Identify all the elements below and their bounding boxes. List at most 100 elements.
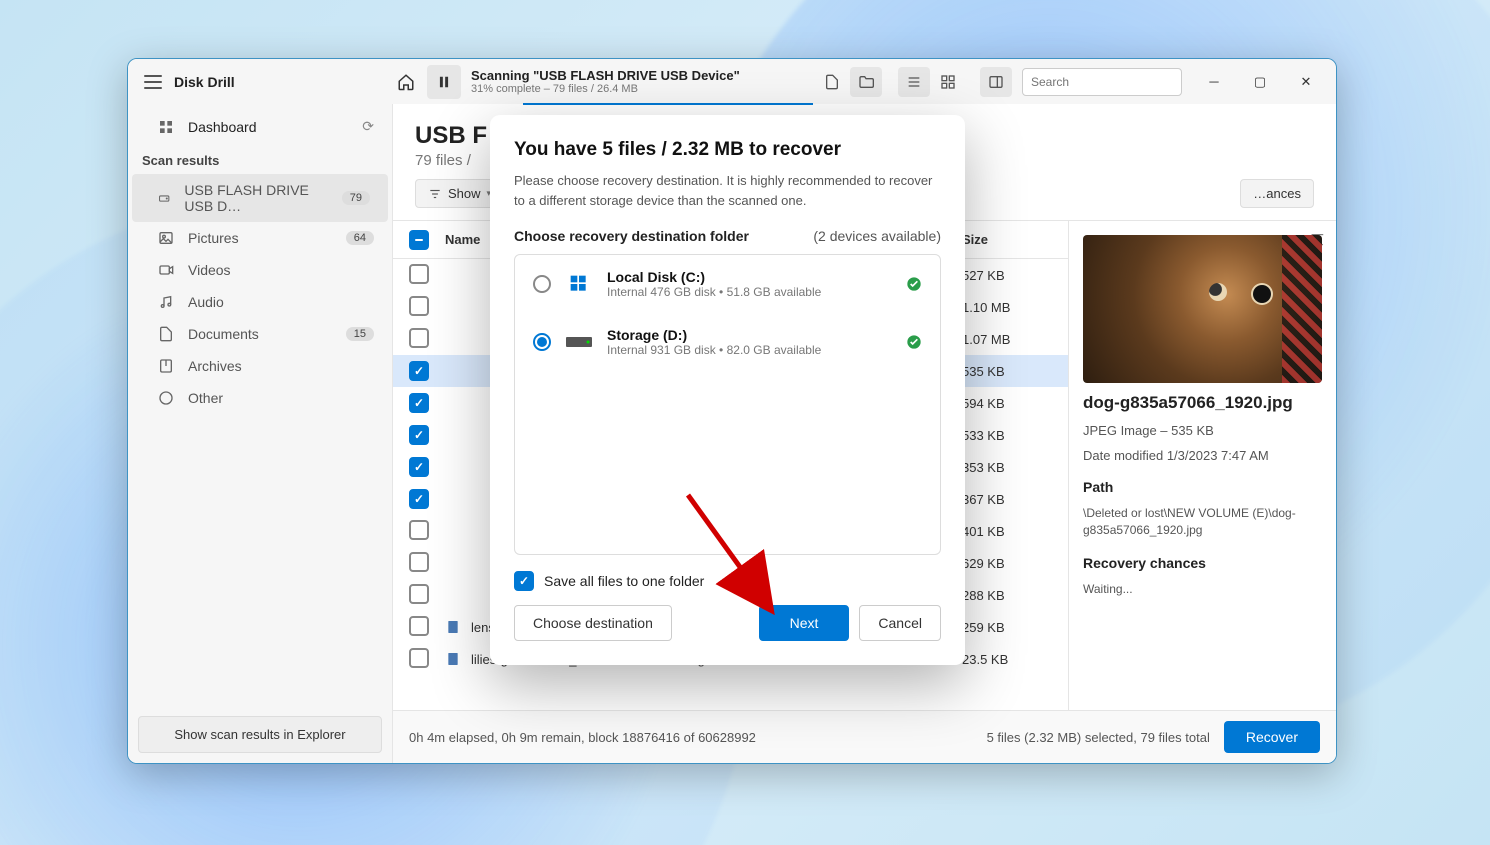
- list-view-icon[interactable]: [898, 67, 930, 97]
- next-button[interactable]: Next: [759, 605, 850, 641]
- folder-icon[interactable]: [850, 67, 882, 97]
- select-all-checkbox[interactable]: [409, 230, 429, 250]
- row-size: 533 KB: [962, 428, 1052, 443]
- device-radio[interactable]: [533, 275, 551, 293]
- scan-title: Scanning "USB FLASH DRIVE USB Device": [471, 68, 740, 83]
- cancel-button[interactable]: Cancel: [859, 605, 941, 641]
- row-size: 594 KB: [962, 396, 1052, 411]
- progress-bar: [523, 103, 813, 105]
- choose-destination-button[interactable]: Choose destination: [514, 605, 672, 641]
- sidebar-item-label: Audio: [188, 294, 224, 310]
- row-size: 23.5 KB: [962, 652, 1052, 667]
- sidebar-item-label: Videos: [188, 262, 231, 278]
- row-checkbox[interactable]: [409, 520, 429, 540]
- file-icon[interactable]: [816, 67, 848, 97]
- row-checkbox[interactable]: [409, 489, 429, 509]
- sidebar-item-video[interactable]: Videos: [128, 254, 392, 286]
- check-icon: [906, 276, 922, 292]
- preview-recovery-label: Recovery chances: [1083, 555, 1322, 571]
- maximize-button[interactable]: ▢: [1238, 67, 1282, 97]
- grid-view-icon[interactable]: [932, 67, 964, 97]
- panel-toggle-icon[interactable]: [980, 67, 1012, 97]
- sidebar-section-label: Scan results: [128, 143, 392, 174]
- sidebar-item-other[interactable]: Other: [128, 382, 392, 414]
- device-option[interactable]: Local Disk (C:)Internal 476 GB disk • 51…: [515, 255, 940, 313]
- file-icon: [445, 651, 461, 667]
- doc-icon: [158, 326, 174, 342]
- row-checkbox[interactable]: [409, 648, 429, 668]
- file-icon: [445, 619, 461, 635]
- recover-button[interactable]: Recover: [1224, 721, 1320, 753]
- archive-icon: [158, 358, 174, 374]
- dialog-devices-available: (2 devices available): [813, 228, 941, 244]
- preview-title: dog-g835a57066_1920.jpg: [1083, 393, 1322, 413]
- save-all-label: Save all files to one folder: [544, 573, 704, 589]
- dialog-description: Please choose recovery destination. It i…: [514, 171, 941, 210]
- row-size: 353 KB: [962, 460, 1052, 475]
- status-left: 0h 4m elapsed, 0h 9m remain, block 18876…: [409, 730, 987, 745]
- row-size: 288 KB: [962, 588, 1052, 603]
- row-checkbox[interactable]: [409, 328, 429, 348]
- sidebar-badge: 64: [346, 231, 374, 245]
- sidebar-item-label: USB FLASH DRIVE USB D…: [184, 182, 327, 214]
- row-size: 1.07 MB: [962, 332, 1052, 347]
- row-checkbox[interactable]: [409, 457, 429, 477]
- device-details: Internal 476 GB disk • 51.8 GB available: [607, 285, 892, 299]
- recovery-dialog: You have 5 files / 2.32 MB to recover Pl…: [490, 115, 965, 665]
- minimize-button[interactable]: ─: [1192, 67, 1236, 97]
- sidebar-item-label: Documents: [188, 326, 259, 342]
- row-checkbox[interactable]: [409, 584, 429, 604]
- sidebar-item-image[interactable]: Pictures 64: [128, 222, 392, 254]
- column-size[interactable]: Size: [962, 232, 1052, 247]
- row-checkbox[interactable]: [409, 616, 429, 636]
- search-box[interactable]: [1022, 68, 1182, 96]
- row-checkbox[interactable]: [409, 393, 429, 413]
- device-radio[interactable]: [533, 333, 551, 351]
- app-title: Disk Drill: [174, 74, 235, 90]
- search-input[interactable]: [1031, 75, 1186, 89]
- row-checkbox[interactable]: [409, 296, 429, 316]
- sidebar-item-archive[interactable]: Archives: [128, 350, 392, 382]
- sidebar-badge: 79: [342, 191, 370, 205]
- video-icon: [158, 262, 174, 278]
- home-button[interactable]: [389, 65, 423, 99]
- row-size: 527 KB: [962, 268, 1052, 283]
- audio-icon: [158, 294, 174, 310]
- row-checkbox[interactable]: [409, 264, 429, 284]
- check-icon: [906, 334, 922, 350]
- other-icon: [158, 390, 174, 406]
- sidebar-item-label: Pictures: [188, 230, 239, 246]
- show-in-explorer-button[interactable]: Show scan results in Explorer: [138, 716, 382, 753]
- dialog-choose-label: Choose recovery destination folder: [514, 228, 749, 244]
- sidebar-item-drive[interactable]: USB FLASH DRIVE USB D… 79: [132, 174, 388, 222]
- row-size: 535 KB: [962, 364, 1052, 379]
- row-checkbox[interactable]: [409, 361, 429, 381]
- device-list: Local Disk (C:)Internal 476 GB disk • 51…: [514, 254, 941, 555]
- row-checkbox[interactable]: [409, 425, 429, 445]
- sidebar-item-label: Archives: [188, 358, 242, 374]
- sidebar-item-audio[interactable]: Audio: [128, 286, 392, 318]
- preview-kind: JPEG Image – 535 KB: [1083, 423, 1322, 438]
- status-right: 5 files (2.32 MB) selected, 79 files tot…: [987, 730, 1210, 745]
- windows-disk-icon: [567, 274, 591, 294]
- pause-button[interactable]: [427, 65, 461, 99]
- sidebar-badge: 15: [346, 327, 374, 341]
- recovery-chances-filter[interactable]: …ances: [1240, 179, 1314, 208]
- sidebar-dashboard-label: Dashboard: [188, 119, 257, 135]
- filter-icon: [428, 187, 442, 201]
- save-all-checkbox[interactable]: [514, 571, 534, 591]
- image-icon: [158, 230, 174, 246]
- dashboard-icon: [158, 119, 174, 135]
- sidebar-dashboard[interactable]: Dashboard ⟳: [128, 110, 392, 143]
- row-checkbox[interactable]: [409, 552, 429, 572]
- drive-icon: [158, 190, 170, 206]
- sidebar-item-doc[interactable]: Documents 15: [128, 318, 392, 350]
- dialog-title: You have 5 files / 2.32 MB to recover: [514, 139, 941, 161]
- row-size: 401 KB: [962, 524, 1052, 539]
- hamburger-icon[interactable]: [144, 75, 162, 89]
- titlebar: Disk Drill Scanning "USB FLASH DRIVE USB…: [128, 59, 1336, 104]
- close-button[interactable]: ✕: [1284, 67, 1328, 97]
- hdd-icon: [565, 333, 593, 351]
- preview-path: \Deleted or lost\NEW VOLUME (E)\dog-g835…: [1083, 505, 1322, 539]
- device-option[interactable]: Storage (D:)Internal 931 GB disk • 82.0 …: [515, 313, 940, 371]
